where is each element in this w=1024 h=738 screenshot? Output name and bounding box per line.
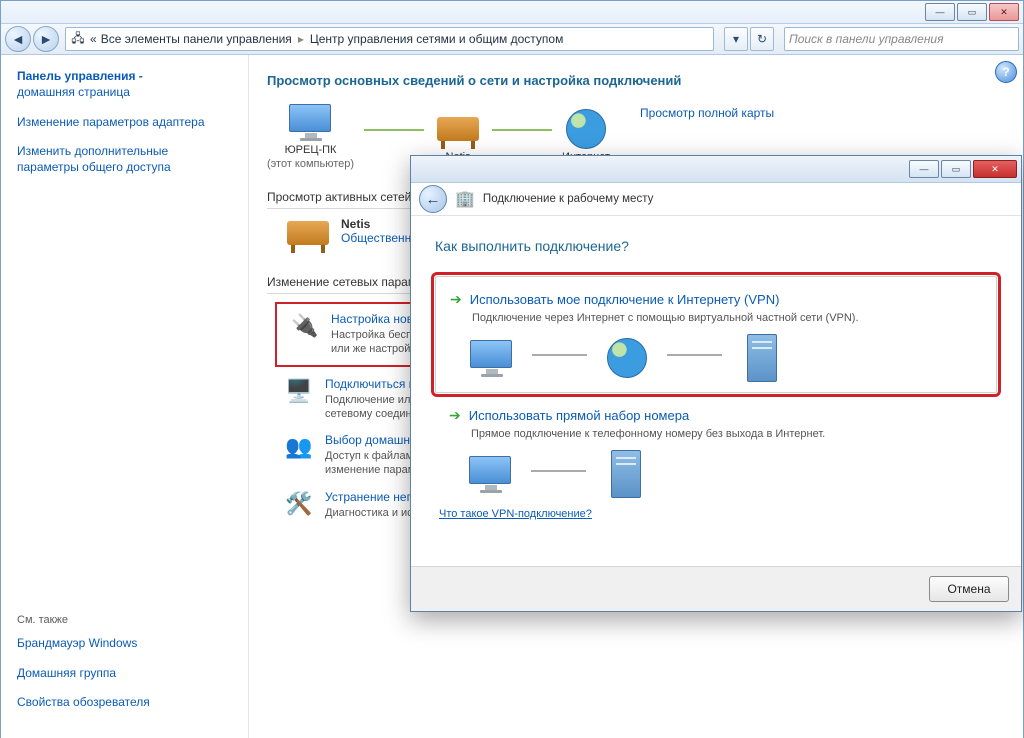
dialog-header: ← 🏢 Подключение к рабочему месту [411,183,1021,216]
nav-back-button[interactable]: ◄ [5,26,31,52]
map-connector [364,129,424,131]
dialog-maximize-button[interactable]: ▭ [941,160,971,178]
search-placeholder: Поиск в панели управления [789,32,944,46]
dialog-titlebar: — ▭ ✕ [411,156,1021,183]
cp-home-line2[interactable]: домашняя страница [17,85,232,101]
nav-toolbar: ◄ ► 🖧 « Все элементы панели управления ▸… [1,24,1023,55]
left-pane: Панель управления - домашняя страница Из… [1,55,249,738]
help-icon[interactable]: ? [995,61,1017,83]
new-connection-icon: 🔌 [291,312,319,340]
option-vpn-illustration [460,334,982,382]
see-also-title: См. также [17,614,232,626]
control-panel-icon: 🖧 [70,31,86,47]
option-vpn-desc: Подключение через Интернет с помощью вир… [472,312,982,324]
dialog-question: Как выполнить подключение? [435,238,997,254]
arrow-icon: ➔ [450,291,462,308]
dialog-footer: Отмена [411,566,1021,611]
maximize-button[interactable]: ▭ [957,3,987,21]
server-icon [594,450,658,498]
option-dial-title: Использовать прямой набор номера [469,408,689,423]
homegroup-icon: 👥 [285,433,313,461]
breadcrumb-level1[interactable]: Все элементы панели управления [101,32,292,46]
pc-icon [287,102,335,142]
workplace-connection-dialog: — ▭ ✕ ← 🏢 Подключение к рабочему месту К… [410,155,1022,612]
link-full-map[interactable]: Просмотр полной карты [640,106,774,120]
cp-home-line1[interactable]: Панель управления - [17,69,232,83]
dialog-minimize-button[interactable]: — [909,160,939,178]
see-also-section: См. также Брандмауэр Windows Домашняя гр… [17,614,232,725]
connector-line [531,470,586,472]
connector-line [532,354,587,356]
dialog-close-button[interactable]: ✕ [973,160,1017,178]
bench-icon [434,109,482,149]
option-vpn[interactable]: ➔ Использовать мое подключение к Интерне… [435,276,997,393]
globe-icon [562,109,610,149]
link-homegroup[interactable]: Домашняя группа [17,666,232,682]
close-button[interactable]: ✕ [989,3,1019,21]
globe-icon [595,334,659,382]
option-dial-illustration [459,450,997,498]
breadcrumb-level2[interactable]: Центр управления сетями и общим доступом [310,32,564,46]
search-input[interactable]: Поиск в панели управления [784,27,1019,51]
breadcrumb[interactable]: 🖧 « Все элементы панели управления ▸ Цен… [65,27,714,51]
connect-icon: 🖥️ [285,377,313,405]
dialog-body: Как выполнить подключение? ➔ Использоват… [411,216,1021,566]
node-pc-sub: (этот компьютер) [267,158,354,170]
link-adapter-settings[interactable]: Изменение параметров адаптера [17,115,232,131]
monitor-icon [460,334,524,382]
troubleshoot-icon: 🛠️ [285,490,313,518]
connector-line [667,354,722,356]
dialog-header-text: Подключение к рабочему месту [483,193,653,205]
page-title: Просмотр основных сведений о сети и наст… [267,73,1005,88]
minimize-button[interactable]: — [925,3,955,21]
link-firewall[interactable]: Брандмауэр Windows [17,636,232,652]
breadcrumb-separator: ▸ [296,32,306,46]
cancel-button[interactable]: Отмена [929,576,1009,602]
window-buttons: — ▭ ✕ [925,3,1019,21]
breadcrumb-chevrons: « [90,32,97,46]
window-titlebar: — ▭ ✕ [1,1,1023,24]
dropdown-history-button[interactable]: ▾ [724,27,748,51]
option-dial-desc: Прямое подключение к телефонному номеру … [471,428,997,440]
node-pc-name: ЮРЕЦ-ПК [285,144,337,156]
link-what-is-vpn[interactable]: Что такое VPN-подключение? [439,508,592,520]
nav-forward-button[interactable]: ► [33,26,59,52]
refresh-button[interactable]: ↻ [750,27,774,51]
bench-icon [287,217,329,249]
link-sharing-settings[interactable]: Изменить дополнительные параметры общего… [17,144,232,175]
arrow-icon: ➔ [449,407,461,424]
node-this-pc: ЮРЕЦ-ПК (этот компьютер) [267,102,354,170]
workplace-icon: 🏢 [455,189,475,209]
map-connector [492,129,552,131]
option-dial[interactable]: ➔ Использовать прямой набор номера Прямо… [449,407,997,498]
option-vpn-title: Использовать мое подключение к Интернету… [470,292,780,307]
monitor-icon [459,450,523,498]
dialog-back-button[interactable]: ← [419,185,447,213]
server-icon [730,334,794,382]
link-browser-props[interactable]: Свойства обозревателя [17,695,232,711]
